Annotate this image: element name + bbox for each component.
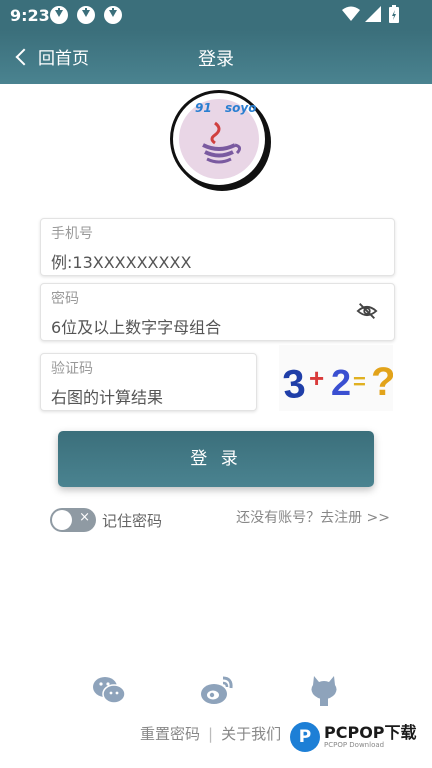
about-us-link[interactable]: 关于我们 xyxy=(221,725,281,743)
password-input[interactable]: 6位及以上数字字母组合 xyxy=(51,314,221,338)
battery-icon xyxy=(389,5,399,23)
svg-text:2: 2 xyxy=(331,362,351,403)
logo-text-left: 91 xyxy=(195,101,212,115)
logo-text-right: soyo xyxy=(225,101,257,115)
password-field[interactable]: 密码 6位及以上数字字母组合 xyxy=(40,283,395,341)
phone-label: 手机号 xyxy=(51,226,93,242)
password-label: 密码 xyxy=(51,291,79,307)
phone-input[interactable]: 例:13XXXXXXXXX xyxy=(51,249,191,273)
captcha-image[interactable]: 3 + 2 = ? xyxy=(279,345,396,411)
github-icon[interactable] xyxy=(306,672,342,708)
signal-icon xyxy=(365,6,381,22)
pcpop-watermark: P PCPOP下载 PCPOP Download xyxy=(290,720,417,754)
wechat-icon[interactable] xyxy=(91,672,127,708)
status-bar: 9:23 xyxy=(0,0,432,30)
download-icon xyxy=(77,6,95,24)
eye-off-icon[interactable] xyxy=(356,300,378,322)
wifi-icon xyxy=(342,6,360,21)
reset-password-link[interactable]: 重置密码 xyxy=(140,725,200,743)
pcpop-logo: P xyxy=(290,722,320,752)
page-title: 登录 xyxy=(198,49,234,70)
svg-text:=: = xyxy=(353,369,366,394)
download-icon xyxy=(50,6,68,24)
remember-password-toggle[interactable]: × xyxy=(50,508,96,532)
status-time: 9:23 xyxy=(10,6,50,25)
toggle-knob xyxy=(52,510,72,530)
watermark-sub: PCPOP Download xyxy=(324,740,385,749)
java-cup-icon xyxy=(202,121,242,164)
app-logo: 91 soyo xyxy=(170,90,268,188)
footer-links: 重置密码 | 关于我们 xyxy=(140,723,281,744)
footer-separator: | xyxy=(208,725,214,743)
app-header: 回首页 登录 xyxy=(0,30,432,84)
close-icon: × xyxy=(79,510,90,525)
register-link[interactable]: 还没有账号？去注册 >> xyxy=(236,507,390,527)
svg-text:?: ? xyxy=(371,360,393,404)
captcha-label: 验证码 xyxy=(51,361,93,377)
weibo-icon[interactable] xyxy=(199,672,235,708)
svg-text:3: 3 xyxy=(281,361,308,407)
watermark-brand: PCPOP下载 xyxy=(324,723,417,743)
captcha-input[interactable]: 右图的计算结果 xyxy=(51,384,163,408)
login-button[interactable]: 登 录 xyxy=(58,431,374,487)
remember-password-label: 记住密码 xyxy=(102,512,163,530)
phone-field[interactable]: 手机号 例:13XXXXXXXXX xyxy=(40,218,395,276)
captcha-field[interactable]: 验证码 右图的计算结果 xyxy=(40,353,257,411)
download-icon xyxy=(104,6,122,24)
svg-text:+: + xyxy=(309,363,324,393)
captcha-graphic: 3 + 2 = ? xyxy=(281,360,396,408)
